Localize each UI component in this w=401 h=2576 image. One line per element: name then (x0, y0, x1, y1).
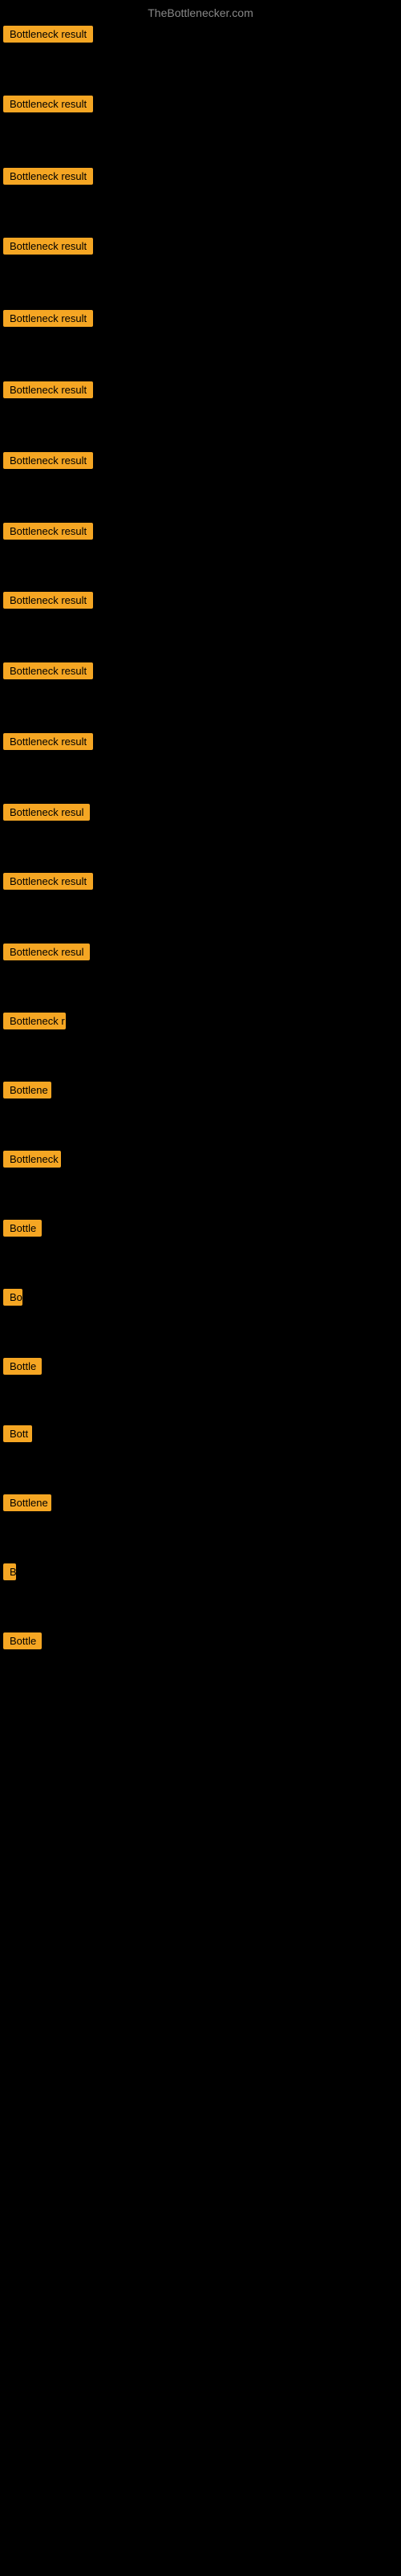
result-row-15: Bottleneck r (0, 1009, 69, 1037)
bottleneck-badge-9[interactable]: Bottleneck result (3, 592, 93, 609)
result-row-18: Bottle (0, 1217, 45, 1244)
bottleneck-badge-12[interactable]: Bottleneck resul (3, 804, 90, 821)
bottleneck-badge-14[interactable]: Bottleneck resul (3, 944, 90, 960)
bottleneck-badge-4[interactable]: Bottleneck result (3, 238, 93, 255)
bottleneck-badge-17[interactable]: Bottleneck (3, 1151, 61, 1168)
result-row-24: Bottle (0, 1629, 45, 1657)
bottleneck-badge-19[interactable]: Bo (3, 1289, 22, 1306)
bottleneck-badge-15[interactable]: Bottleneck r (3, 1013, 66, 1029)
bottleneck-badge-23[interactable]: B (3, 1563, 16, 1580)
bottleneck-badge-5[interactable]: Bottleneck result (3, 310, 93, 327)
bottleneck-badge-21[interactable]: Bott (3, 1425, 32, 1442)
bottleneck-badge-10[interactable]: Bottleneck result (3, 662, 93, 679)
result-row-3: Bottleneck result (0, 165, 96, 192)
bottleneck-badge-6[interactable]: Bottleneck result (3, 381, 93, 398)
result-row-5: Bottleneck result (0, 307, 96, 334)
bottleneck-badge-1[interactable]: Bottleneck result (3, 26, 93, 43)
result-row-2: Bottleneck result (0, 92, 96, 120)
result-row-14: Bottleneck resul (0, 940, 93, 968)
bottleneck-badge-24[interactable]: Bottle (3, 1632, 42, 1649)
result-row-1: Bottleneck result (0, 22, 96, 50)
result-row-19: Bo (0, 1286, 26, 1313)
bottleneck-badge-18[interactable]: Bottle (3, 1220, 42, 1237)
result-row-8: Bottleneck result (0, 520, 96, 547)
result-row-17: Bottleneck (0, 1147, 64, 1175)
result-row-20: Bottle (0, 1355, 45, 1382)
bottleneck-badge-7[interactable]: Bottleneck result (3, 452, 93, 469)
result-row-7: Bottleneck result (0, 449, 96, 476)
result-row-10: Bottleneck result (0, 659, 96, 687)
result-row-12: Bottleneck resul (0, 801, 93, 828)
bottleneck-badge-13[interactable]: Bottleneck result (3, 873, 93, 890)
result-row-9: Bottleneck result (0, 589, 96, 616)
results-container: Bottleneck result Bottleneck result Bottle… (0, 22, 401, 2576)
result-row-4: Bottleneck result (0, 234, 96, 262)
bottleneck-badge-11[interactable]: Bottleneck result (3, 733, 93, 750)
bottleneck-badge-3[interactable]: Bottleneck result (3, 168, 93, 185)
bottleneck-badge-8[interactable]: Bottleneck result (3, 523, 93, 540)
bottleneck-badge-16[interactable]: Bottlene (3, 1082, 51, 1098)
result-row-16: Bottlene (0, 1078, 55, 1106)
result-row-6: Bottleneck result (0, 378, 96, 406)
result-row-11: Bottleneck result (0, 730, 96, 757)
site-title: TheBottlenecker.com (0, 0, 401, 22)
result-row-13: Bottleneck result (0, 870, 96, 897)
bottleneck-badge-22[interactable]: Bottlene (3, 1494, 51, 1511)
result-row-23: B (0, 1560, 19, 1588)
bottleneck-badge-2[interactable]: Bottleneck result (3, 96, 93, 112)
bottleneck-badge-20[interactable]: Bottle (3, 1358, 42, 1375)
result-row-21: Bott (0, 1422, 35, 1449)
result-row-22: Bottlene (0, 1491, 55, 1518)
